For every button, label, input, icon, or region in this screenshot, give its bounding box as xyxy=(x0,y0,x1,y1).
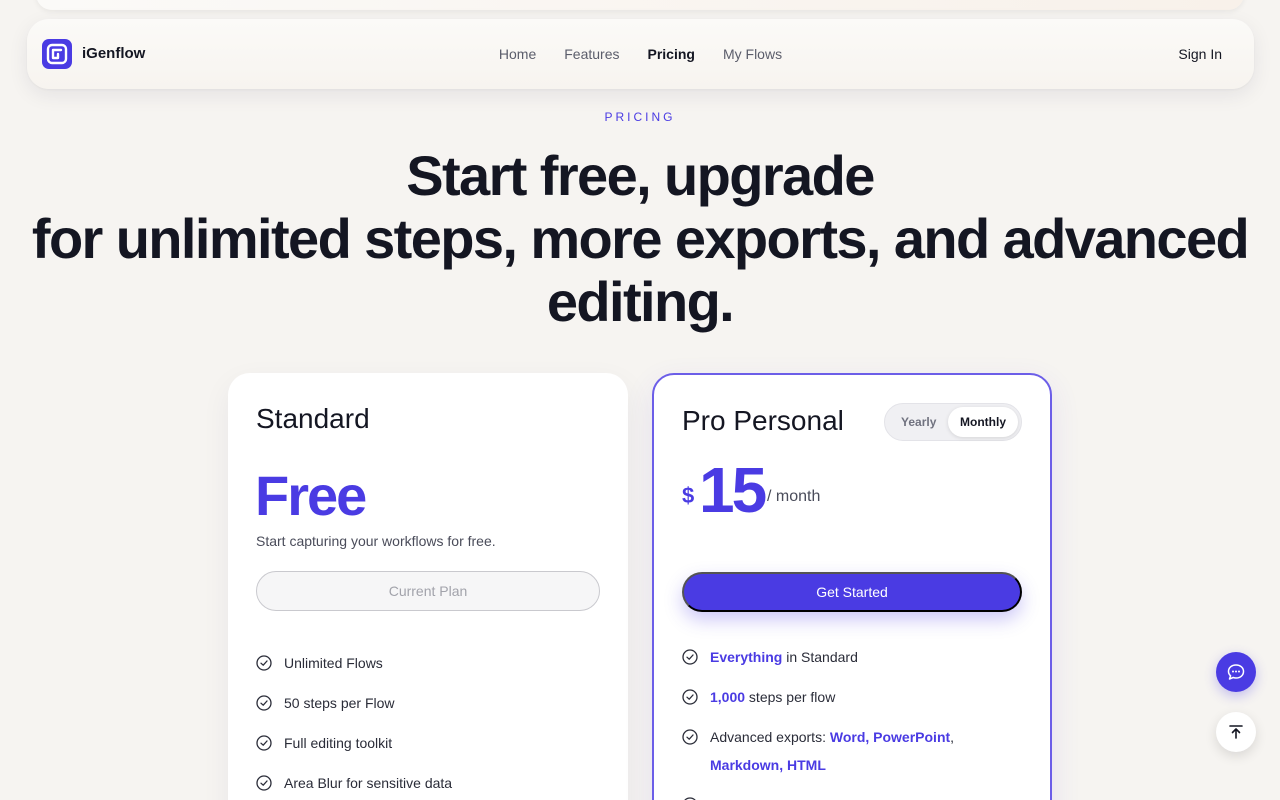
plan-card-standard: Standard Free Start capturing your workf… xyxy=(228,373,628,800)
headline-line-3: editing. xyxy=(546,270,735,333)
list-item: 1,000 steps per flow xyxy=(682,677,1002,717)
plan-price: Free xyxy=(255,464,367,527)
check-circle-icon xyxy=(682,689,698,705)
feature-segment: steps per flow xyxy=(745,689,836,705)
scroll-to-top-button[interactable] xyxy=(1216,712,1256,752)
check-circle-icon xyxy=(682,729,698,745)
headline-line-1: Start free, upgrade xyxy=(406,144,875,207)
billing-option-yearly[interactable]: Yearly xyxy=(901,415,936,429)
arrow-up-to-line-icon xyxy=(1229,725,1243,739)
feature-highlight: Markdown, HTML xyxy=(710,757,826,773)
list-item: Full editing toolkit xyxy=(256,723,452,763)
headline-line-2: for unlimited steps, more exports, and a… xyxy=(31,207,1250,270)
page-headline: Start free, upgrade for unlimited steps,… xyxy=(0,144,1280,333)
price-currency: $ xyxy=(682,483,695,508)
feature-text: 1,000 steps per flow xyxy=(710,683,835,711)
list-item: Advanced exports: Word, PowerPoint, Mark… xyxy=(682,717,1002,785)
nav-link-features[interactable]: Features xyxy=(564,46,619,62)
list-item: 50 steps per Flow xyxy=(256,683,452,723)
list-item: Unlimited Flows xyxy=(256,643,452,683)
top-navbar: iGenflow Home Features Pricing My Flows … xyxy=(27,19,1254,89)
main-nav: Home Features Pricing My Flows xyxy=(27,46,1254,62)
feature-text: 50 steps per Flow xyxy=(284,695,395,711)
check-circle-icon xyxy=(256,775,272,791)
plan-name: Standard xyxy=(256,403,370,434)
feature-segment: Advanced exports: xyxy=(710,729,830,745)
check-circle-icon xyxy=(256,735,272,751)
feature-text: Area Blur for sensitive data xyxy=(284,775,453,791)
price-period: / month xyxy=(767,488,821,505)
get-started-button[interactable]: Get Started xyxy=(682,572,1022,612)
chat-button[interactable] xyxy=(1216,652,1256,692)
billing-option-monthly[interactable]: Monthly xyxy=(948,407,1018,437)
top-banner-strip xyxy=(36,0,1244,10)
feature-text: Everything in Standard xyxy=(710,643,858,671)
sign-in-link[interactable]: Sign In xyxy=(1178,46,1222,62)
feature-list: Unlimited Flows 50 steps per Flow Full e… xyxy=(256,643,452,800)
feature-highlight: Everything xyxy=(710,649,783,665)
feature-highlight: Word, PowerPoint xyxy=(829,729,951,745)
plan-description: Start capturing your workflows for free. xyxy=(256,533,496,549)
check-circle-icon xyxy=(256,655,272,671)
price-amount: 15 xyxy=(699,454,767,526)
feature-text: Advanced exports: Word, PowerPoint, Mark… xyxy=(710,723,1002,779)
feature-highlight: 1,000 xyxy=(710,689,746,705)
feature-segment: , xyxy=(950,729,955,745)
check-circle-icon xyxy=(256,695,272,711)
section-eyebrow: PRICING xyxy=(604,110,676,124)
nav-link-pricing[interactable]: Pricing xyxy=(648,46,695,62)
list-item: Area Blur for sensitive data xyxy=(256,763,452,800)
feature-text: Unlimited Flows xyxy=(284,655,383,671)
current-plan-button[interactable]: Current Plan xyxy=(256,571,600,611)
feature-segment: in Standard xyxy=(782,649,858,665)
nav-link-home[interactable]: Home xyxy=(499,46,536,62)
billing-toggle[interactable]: Yearly Monthly xyxy=(884,403,1022,441)
plan-name: Pro Personal xyxy=(682,405,844,436)
chat-bubble-icon xyxy=(1227,664,1245,680)
nav-link-my-flows[interactable]: My Flows xyxy=(723,46,782,62)
plan-card-pro-personal: Pro Personal Yearly Monthly $ 15 / month… xyxy=(652,373,1052,800)
feature-text: Auto TOC & Watermark removal xyxy=(710,791,915,800)
list-item: Auto TOC & Watermark removal xyxy=(682,785,1002,800)
feature-text: Full editing toolkit xyxy=(284,735,393,751)
list-item: Everything in Standard xyxy=(682,637,1002,677)
feature-list: Everything in Standard 1,000 steps per fl… xyxy=(682,637,1002,800)
check-circle-icon xyxy=(682,649,698,665)
